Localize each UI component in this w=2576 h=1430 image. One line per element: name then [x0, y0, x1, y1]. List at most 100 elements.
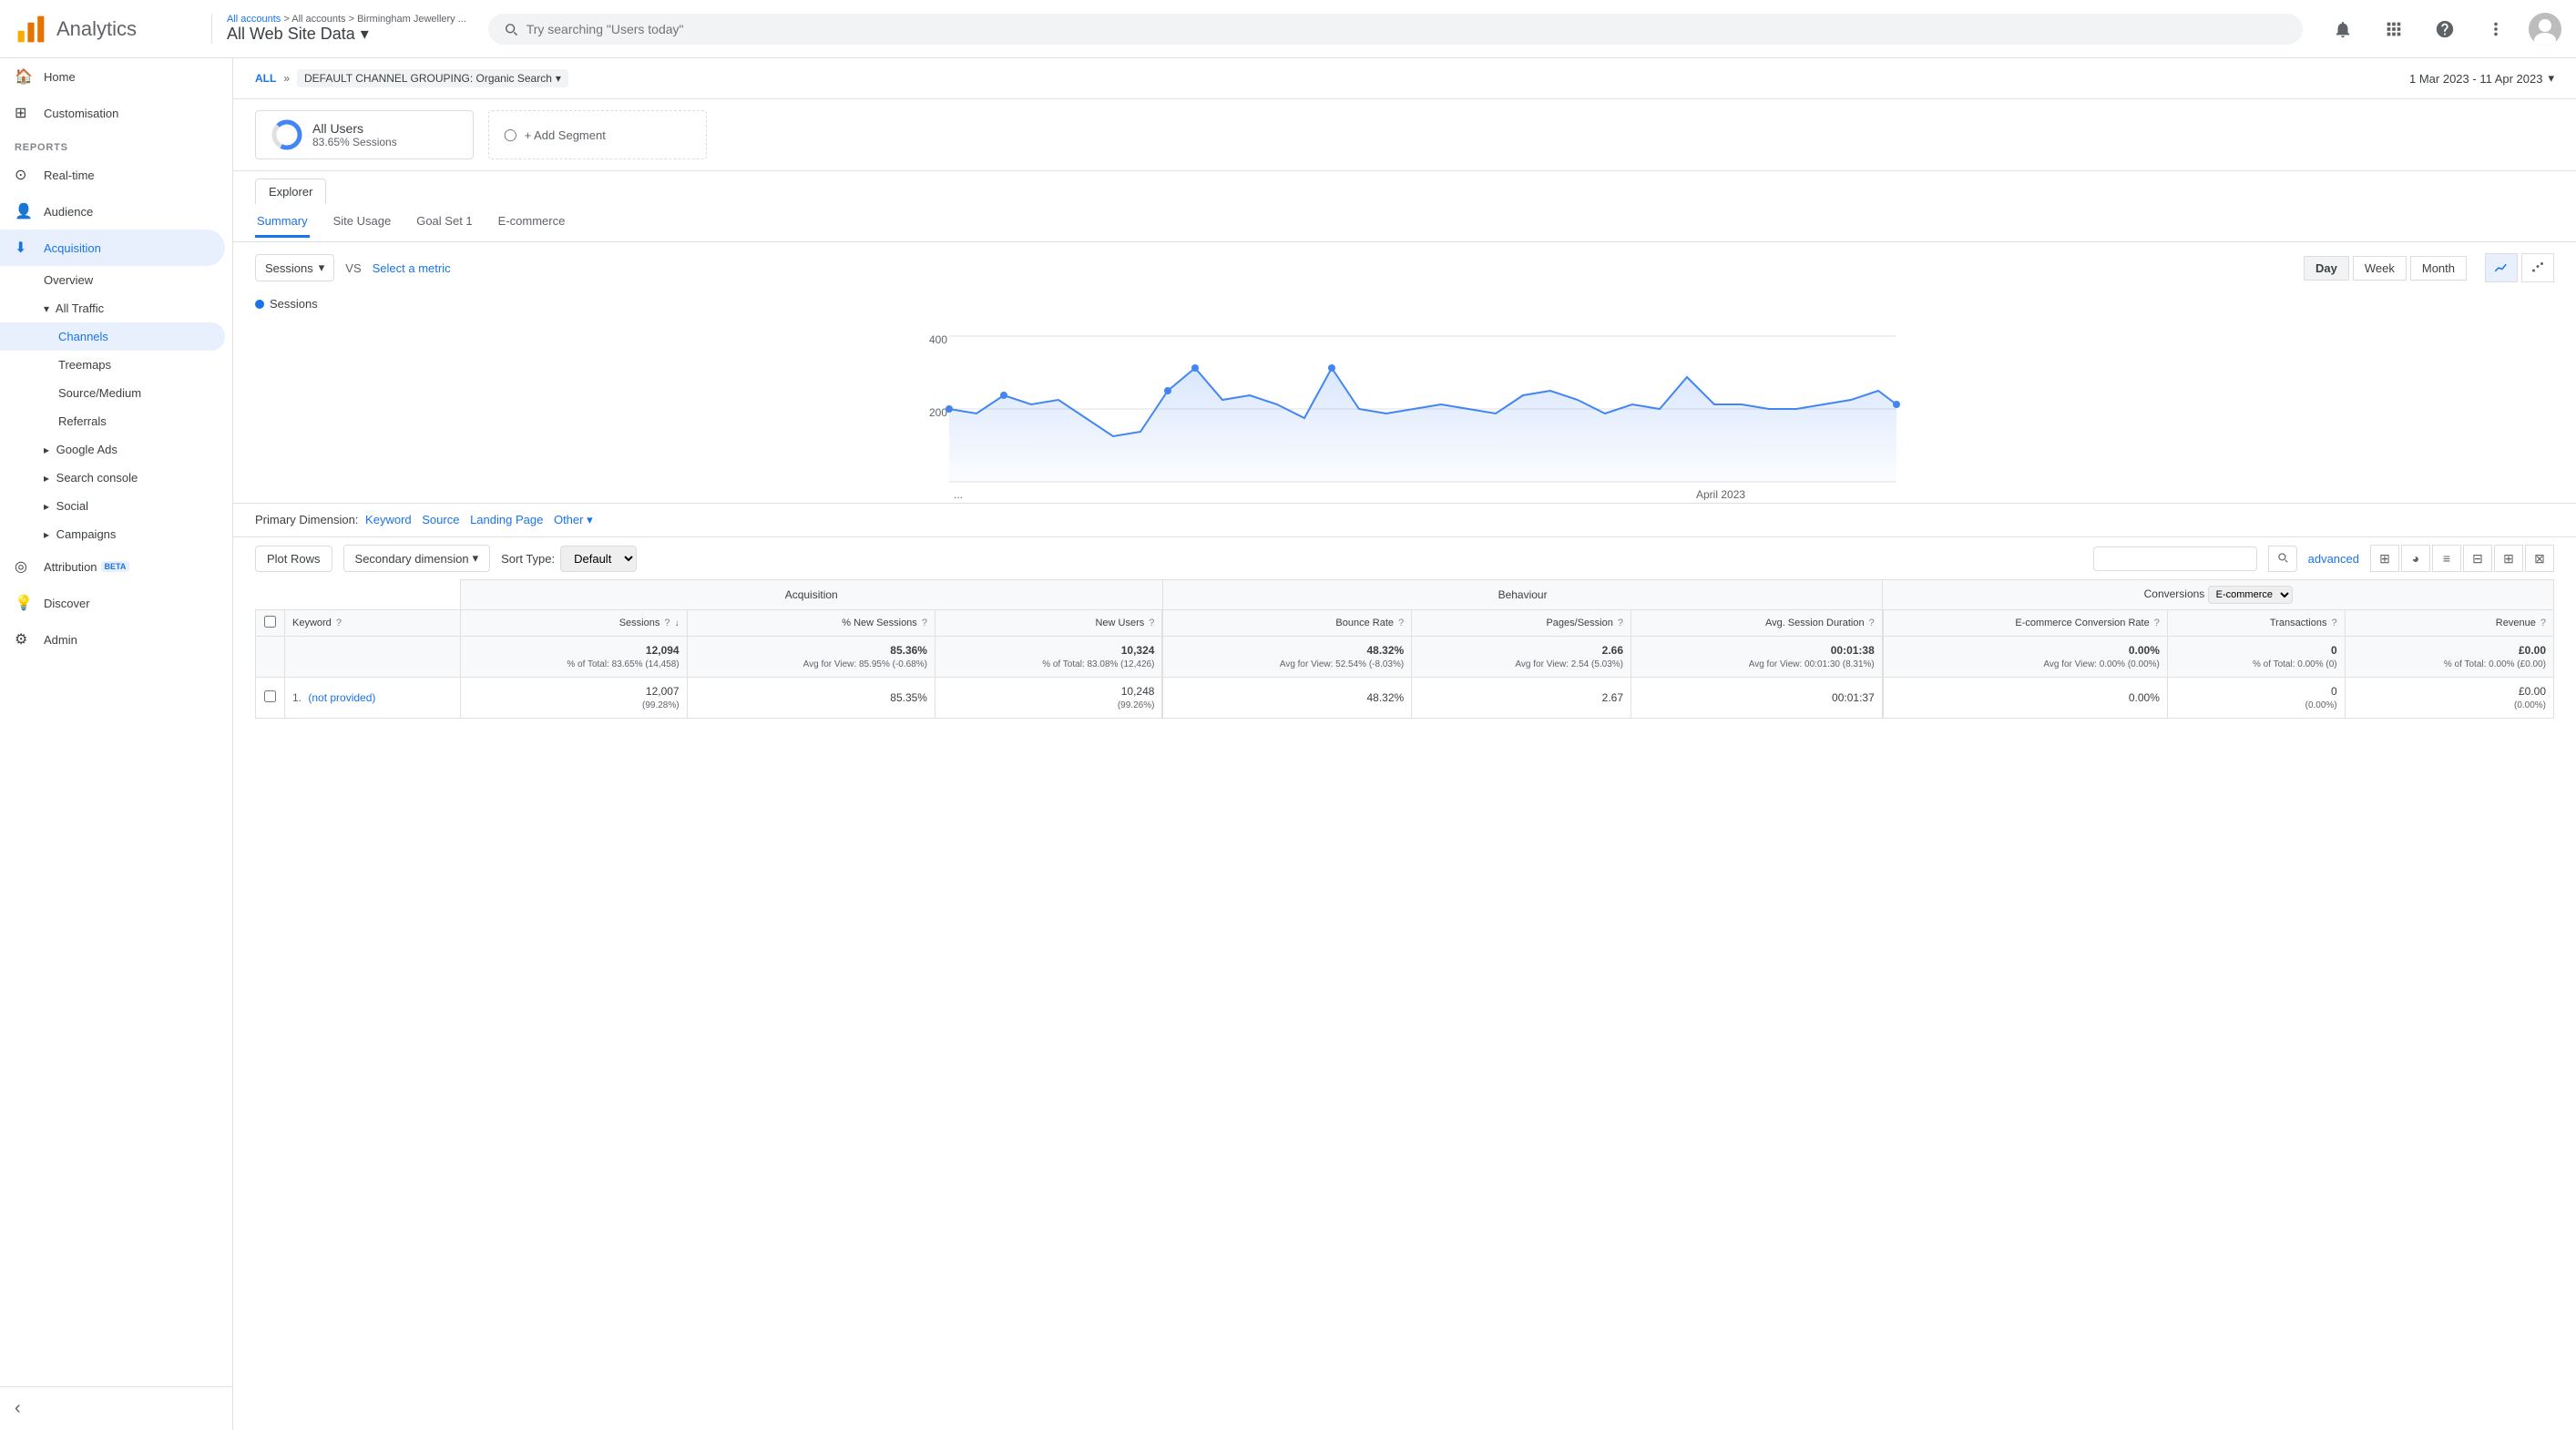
avg-duration-col-header[interactable]: Avg. Session Duration ? [1631, 610, 1883, 637]
search-input-wrap[interactable] [488, 14, 2303, 45]
keyword-col-header[interactable]: Keyword ? [285, 610, 461, 637]
row1-bounce-cell: 48.32% [1162, 678, 1411, 719]
select-all-checkbox[interactable] [264, 616, 276, 628]
sessions-col-header[interactable]: Sessions ? ↓ [460, 610, 687, 637]
source-dim-link[interactable]: Source [422, 513, 459, 526]
week-button[interactable]: Week [2353, 256, 2407, 281]
sidebar-overview[interactable]: Overview [0, 266, 225, 294]
bounce-rate-help-icon[interactable]: ? [1398, 618, 1404, 628]
tab-site-usage[interactable]: Site Usage [332, 207, 394, 238]
pages-session-help-icon[interactable]: ? [1618, 618, 1623, 628]
row1-checkbox[interactable] [264, 690, 276, 702]
month-button[interactable]: Month [2410, 256, 2467, 281]
table-controls: Primary Dimension: Keyword Source Landin… [233, 503, 2576, 536]
sidebar-social[interactable]: ▸ Social [0, 492, 225, 520]
bounce-rate-col-header[interactable]: Bounce Rate ? [1162, 610, 1411, 637]
explorer-tab[interactable]: Explorer [255, 179, 326, 204]
other-dim-link[interactable]: Other ▾ [554, 513, 593, 526]
all-users-segment[interactable]: All Users 83.65% Sessions [255, 110, 474, 159]
sidebar-item-customisation[interactable]: ⊞ Customisation [0, 95, 225, 131]
metric-selector[interactable]: Sessions ▾ [255, 254, 334, 281]
sidebar-all-traffic[interactable]: ▾ All Traffic [0, 294, 225, 322]
new-users-help-icon[interactable]: ? [1149, 618, 1154, 628]
sidebar-treemaps[interactable]: Treemaps [0, 351, 225, 379]
sidebar-search-console[interactable]: ▸ Search console [0, 464, 225, 492]
pivot-view-button[interactable]: ⊟ [2463, 545, 2492, 572]
date-dropdown-icon: ▾ [2548, 71, 2554, 86]
sidebar-google-ads[interactable]: ▸ Google Ads [0, 435, 225, 464]
new-users-col-header[interactable]: New Users ? [935, 610, 1162, 637]
sessions-help-icon[interactable]: ? [664, 618, 670, 628]
advanced-link[interactable]: advanced [2308, 552, 2359, 566]
add-segment-button[interactable]: ◯ + Add Segment [488, 110, 707, 159]
help-icon[interactable] [2427, 11, 2463, 47]
total-revenue-cell: £0.00 % of Total: 0.00% (£0.00) [2345, 637, 2553, 678]
table-search-input[interactable] [2093, 546, 2257, 571]
all-link[interactable]: ALL [255, 72, 276, 85]
pages-session-col-header[interactable]: Pages/Session ? [1412, 610, 1631, 637]
transactions-col-header[interactable]: Transactions ? [2167, 610, 2345, 637]
keyword-dim-link[interactable]: Keyword [365, 513, 412, 526]
bar-view-button[interactable]: ≡ [2432, 545, 2461, 572]
conversions-type-select[interactable]: E-commerce [2208, 586, 2293, 604]
keyword-help-icon[interactable]: ? [336, 618, 342, 628]
row1-revenue-cell: £0.00(0.00%) [2345, 678, 2553, 719]
total-checkbox-cell [256, 637, 285, 678]
day-button[interactable]: Day [2304, 256, 2349, 281]
channel-tag[interactable]: DEFAULT CHANNEL GROUPING: Organic Search… [297, 69, 568, 87]
sidebar-source-medium[interactable]: Source/Medium [0, 379, 225, 407]
sidebar-item-discover[interactable]: 💡 Discover [0, 585, 225, 621]
date-range-selector[interactable]: 1 Mar 2023 - 11 Apr 2023 ▾ [2409, 71, 2554, 86]
segment-donut-icon [271, 118, 303, 151]
table-search-button[interactable] [2268, 546, 2297, 572]
ecomm-rate-help-icon[interactable]: ? [2154, 618, 2160, 628]
pct-new-sessions-col-header[interactable]: % New Sessions ? [687, 610, 935, 637]
row1-checkbox-cell[interactable] [256, 678, 285, 719]
map-view-button[interactable]: ⊞ [2494, 545, 2523, 572]
tab-goal-set-1[interactable]: Goal Set 1 [414, 207, 474, 238]
svg-text:...: ... [954, 488, 963, 500]
all-accounts-link[interactable]: All accounts [227, 14, 281, 25]
sidebar-item-acquisition[interactable]: ⬇ Acquisition [0, 230, 225, 266]
row1-pages-cell: 2.67 [1412, 678, 1631, 719]
tab-ecommerce[interactable]: E-commerce [496, 207, 567, 238]
data-table: Acquisition Behaviour Conversions E-comm… [255, 579, 2554, 719]
search-input[interactable] [526, 22, 2288, 36]
sort-type-select[interactable]: Default [560, 546, 637, 572]
row1-keyword-link[interactable]: (not provided) [308, 691, 375, 704]
top-header: Analytics All accounts > All accounts > … [0, 0, 2576, 58]
notifications-icon[interactable] [2325, 11, 2361, 47]
sidebar-item-audience[interactable]: 👤 Audience [0, 193, 225, 230]
landing-dim-link[interactable]: Landing Page [470, 513, 543, 526]
select-metric-link[interactable]: Select a metric [373, 261, 451, 275]
breadcrumb-filter: ALL » DEFAULT CHANNEL GROUPING: Organic … [255, 69, 568, 87]
more-icon[interactable] [2478, 11, 2514, 47]
sidebar-item-admin[interactable]: ⚙ Admin [0, 621, 225, 658]
revenue-help-icon[interactable]: ? [2540, 618, 2546, 628]
sidebar-item-realtime[interactable]: ⊙ Real-time [0, 157, 225, 193]
view-type-buttons: ⊞ ◕ ≡ ⊟ ⊞ ⊠ [2370, 545, 2554, 572]
sidebar-item-home[interactable]: 🏠 Home [0, 58, 225, 95]
sidebar-item-attribution[interactable]: ◎ Attribution BETA [0, 548, 225, 585]
table-view-button[interactable]: ⊞ [2370, 545, 2399, 572]
revenue-col-header[interactable]: Revenue ? [2345, 610, 2553, 637]
scatter-chart-button[interactable] [2521, 253, 2554, 282]
pie-view-button[interactable]: ◕ [2401, 545, 2430, 572]
comparison-view-button[interactable]: ⊠ [2525, 545, 2554, 572]
line-chart-button[interactable] [2485, 253, 2518, 282]
ecomm-rate-col-header[interactable]: E-commerce Conversion Rate ? [1883, 610, 2168, 637]
sidebar-channels[interactable]: Channels [0, 322, 225, 351]
plot-rows-button[interactable]: Plot Rows [255, 546, 332, 572]
apps-icon[interactable] [2376, 11, 2412, 47]
transactions-help-icon[interactable]: ? [2332, 618, 2337, 628]
sidebar-collapse-button[interactable]: ‹ [0, 1386, 232, 1430]
table-group-header-row: Acquisition Behaviour Conversions E-comm… [256, 580, 2554, 610]
avatar[interactable] [2529, 13, 2561, 46]
pct-new-help-icon[interactable]: ? [922, 618, 927, 628]
sidebar-referrals[interactable]: Referrals [0, 407, 225, 435]
avg-duration-help-icon[interactable]: ? [1869, 618, 1875, 628]
sidebar-campaigns[interactable]: ▸ Campaigns [0, 520, 225, 548]
property-selector[interactable]: All Web Site Data ▾ [227, 25, 466, 44]
secondary-dimension-button[interactable]: Secondary dimension ▾ [343, 545, 491, 572]
tab-summary[interactable]: Summary [255, 207, 310, 238]
